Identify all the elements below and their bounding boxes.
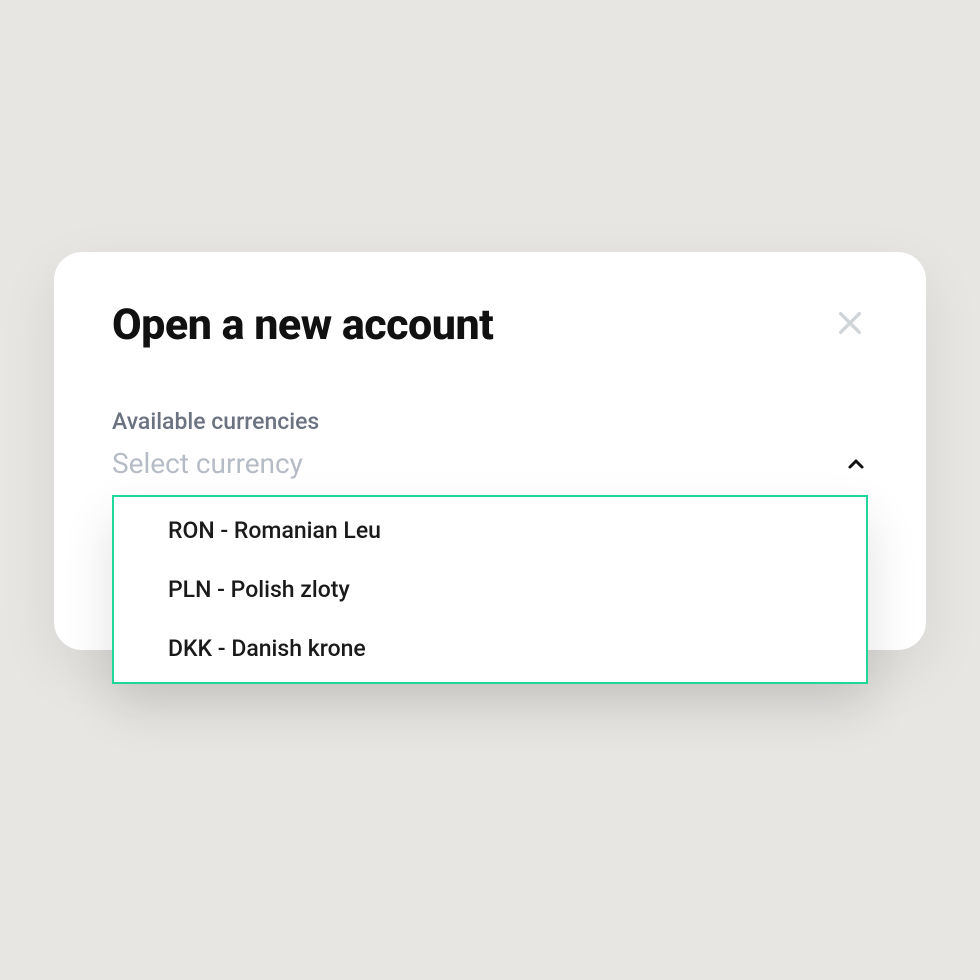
currency-option-dkk[interactable]: DKK - Danish krone <box>114 619 866 682</box>
close-button[interactable] <box>832 307 868 343</box>
currency-option-pln[interactable]: PLN - Polish zloty <box>114 560 866 619</box>
modal-title: Open a new account <box>112 300 493 350</box>
modal-header: Open a new account <box>112 300 868 350</box>
currency-option-ron[interactable]: RON - Romanian Leu <box>114 497 866 560</box>
currency-select-wrapper: Select currency RON - Romanian Leu PLN -… <box>112 447 868 490</box>
currency-select[interactable]: Select currency <box>112 447 868 490</box>
currency-field-label: Available currencies <box>112 408 868 435</box>
close-icon <box>834 307 866 343</box>
chevron-up-icon <box>844 452 868 476</box>
currency-dropdown: RON - Romanian Leu PLN - Polish zloty DK… <box>112 495 868 684</box>
currency-select-placeholder: Select currency <box>112 447 303 480</box>
open-account-modal: Open a new account Available currencies … <box>54 252 926 650</box>
